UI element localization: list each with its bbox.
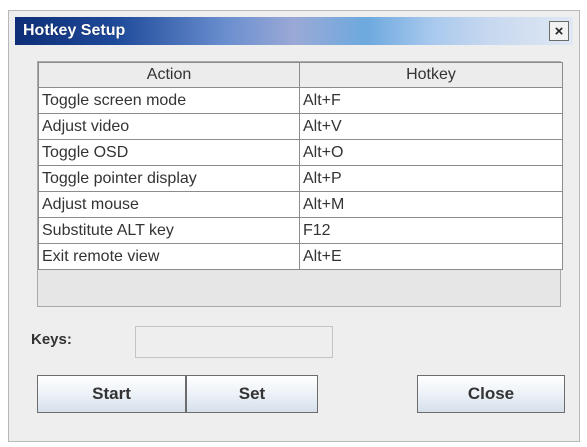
- action-cell[interactable]: Toggle screen mode: [38, 87, 300, 114]
- hotkey-cell[interactable]: F12: [299, 217, 563, 244]
- hotkey-cell[interactable]: Alt+P: [299, 165, 563, 192]
- close-icon[interactable]: ×: [549, 21, 569, 41]
- action-cell[interactable]: Exit remote view: [38, 243, 300, 270]
- hotkey-cell[interactable]: Alt+M: [299, 191, 563, 218]
- table-row[interactable]: Toggle OSD Alt+O: [38, 139, 563, 166]
- action-cell[interactable]: Adjust video: [38, 113, 300, 140]
- hotkey-setup-dialog: Hotkey Setup × Action Hotkey Toggle scre…: [8, 10, 580, 442]
- hotkey-cell[interactable]: Alt+E: [299, 243, 563, 270]
- window-title: Hotkey Setup: [23, 22, 126, 39]
- action-cell[interactable]: Adjust mouse: [38, 191, 300, 218]
- table-row[interactable]: Adjust mouse Alt+M: [38, 191, 563, 218]
- hotkey-cell[interactable]: Alt+O: [299, 139, 563, 166]
- table-header-row: Action Hotkey: [38, 62, 563, 88]
- table-row[interactable]: Toggle pointer display Alt+P: [38, 165, 563, 192]
- table-row[interactable]: Substitute ALT key F12: [38, 217, 563, 244]
- action-cell[interactable]: Substitute ALT key: [38, 217, 300, 244]
- hotkey-cell[interactable]: Alt+F: [299, 87, 563, 114]
- table-row[interactable]: Adjust video Alt+V: [38, 113, 563, 140]
- action-cell[interactable]: Toggle pointer display: [38, 165, 300, 192]
- hotkey-table: Action Hotkey Toggle screen mode Alt+F A…: [37, 61, 563, 307]
- column-header-hotkey[interactable]: Hotkey: [299, 62, 563, 88]
- title-bar[interactable]: Hotkey Setup ×: [15, 17, 573, 45]
- hotkey-grid: Action Hotkey Toggle screen mode Alt+F A…: [38, 62, 563, 270]
- action-cell[interactable]: Toggle OSD: [38, 139, 300, 166]
- table-row[interactable]: Exit remote view Alt+E: [38, 243, 563, 270]
- table-row[interactable]: Toggle screen mode Alt+F: [38, 87, 563, 114]
- start-button[interactable]: Start: [37, 375, 186, 413]
- keys-label: Keys:: [31, 331, 72, 348]
- hotkey-cell[interactable]: Alt+V: [299, 113, 563, 140]
- close-button[interactable]: Close: [417, 375, 565, 413]
- keys-field[interactable]: [135, 326, 333, 358]
- set-button[interactable]: Set: [186, 375, 318, 413]
- column-header-action[interactable]: Action: [38, 62, 300, 88]
